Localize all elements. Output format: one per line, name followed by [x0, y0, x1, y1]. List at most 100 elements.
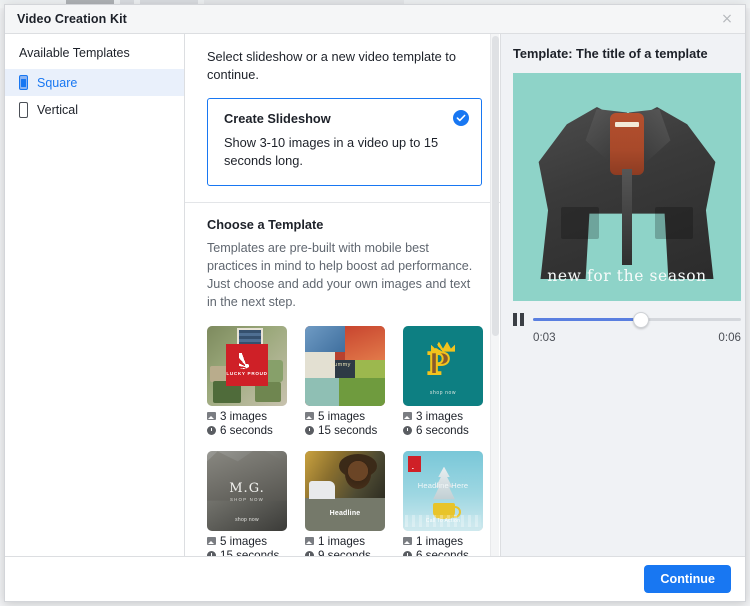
template-duration-label: 6 seconds: [416, 548, 469, 556]
template-art-collage: LUCKY PROUD: [207, 325, 287, 406]
clock-icon: [403, 550, 412, 556]
progress-fill: [533, 318, 642, 321]
template-duration-label: 6 seconds: [220, 423, 273, 437]
template-image-count: 3 images: [403, 410, 483, 423]
template-duration-label: 9 seconds: [318, 548, 371, 556]
close-icon[interactable]: ×: [719, 11, 735, 27]
template-image-count: 5 images: [305, 410, 385, 423]
template-image-count: 1 images: [305, 535, 385, 548]
vertical-phone-icon: [19, 101, 28, 118]
progress-slider[interactable]: [533, 311, 741, 328]
template-art-donut: P shop now: [403, 325, 483, 406]
pause-icon[interactable]: [513, 313, 524, 326]
template-thumbnail[interactable]: yummy: [305, 325, 385, 406]
image-icon: [403, 537, 412, 546]
create-slideshow-title: Create Slideshow: [224, 111, 331, 127]
template-image-count: 3 images: [207, 410, 287, 423]
current-time-label: 0:03: [533, 331, 556, 344]
template-duration: 9 seconds: [305, 549, 385, 556]
template-duration: 15 seconds: [305, 424, 385, 437]
clock-icon: [403, 425, 412, 435]
template-card[interactable]: LUCKY PROUD 3 images 6 seconds: [207, 325, 287, 437]
dialog-titlebar: Video Creation Kit ×: [5, 5, 745, 34]
progress-handle[interactable]: [633, 311, 650, 328]
image-icon: [305, 412, 314, 421]
template-image-count: 5 images: [207, 535, 287, 548]
template-card[interactable]: P shop now 3 images 6 seconds: [403, 325, 483, 437]
template-art-portrait: Headline: [305, 450, 385, 531]
template-image-count-label: 5 images: [318, 409, 366, 423]
choose-template-heading: Choose a Template: [207, 216, 324, 232]
template-art-holiday: Headline Here Call To Action: [403, 450, 483, 531]
video-preview[interactable]: new for the season: [513, 73, 741, 301]
template-duration-label: 15 seconds: [220, 548, 280, 556]
template-duration-label: 6 seconds: [416, 423, 469, 437]
player-row: [513, 311, 741, 328]
template-image-count-label: 1 images: [416, 534, 464, 548]
preview-caption: new for the season: [547, 267, 707, 285]
template-thumbnail[interactable]: Headline Here Call To Action: [403, 450, 483, 531]
template-thumbnail[interactable]: LUCKY PROUD: [207, 325, 287, 406]
template-thumb-caption: yummy: [331, 361, 351, 368]
template-duration: 6 seconds: [403, 549, 483, 556]
sidebar: Available Templates Square Vertical: [5, 34, 185, 556]
template-thumbnail[interactable]: P shop now: [403, 325, 483, 406]
scrollbar-thumb[interactable]: [492, 36, 499, 336]
brand-badge-icon: [408, 455, 421, 472]
clock-icon: [207, 550, 216, 556]
continue-button[interactable]: Continue: [644, 565, 731, 593]
sidebar-item-square[interactable]: Square: [5, 69, 184, 96]
template-panel-scrollbar[interactable]: [490, 34, 499, 556]
clock-icon: [305, 425, 314, 435]
template-card[interactable]: yummy 5 images 15 seconds: [305, 325, 385, 437]
template-thumbnail[interactable]: Headline: [305, 450, 385, 531]
brand-logo-icon: LUCKY PROUD: [226, 343, 268, 386]
image-icon: [207, 537, 216, 546]
template-card[interactable]: Headline 1 images 9 seconds: [305, 450, 385, 556]
choose-template-subtext: Templates are pre-built with mobile best…: [207, 240, 473, 310]
create-slideshow-option[interactable]: Create Slideshow Show 3-10 images in a v…: [207, 98, 482, 186]
create-slideshow-description: Show 3-10 images in a video up to 15 sec…: [224, 135, 439, 169]
template-card[interactable]: M.G. SHOP NOW shop now 5 images 15 secon…: [207, 450, 287, 556]
total-time-label: 0:06: [718, 331, 741, 344]
template-image-count-label: 5 images: [220, 534, 268, 548]
template-image-count-label: 3 images: [416, 409, 464, 423]
dialog-title: Video Creation Kit: [17, 12, 127, 26]
template-image-count: 1 images: [403, 535, 483, 548]
template-thumb-caption: Headline: [329, 509, 361, 517]
clock-icon: [305, 550, 314, 556]
sidebar-item-vertical[interactable]: Vertical: [5, 96, 184, 123]
template-duration: 6 seconds: [207, 424, 287, 437]
template-duration-label: 15 seconds: [318, 423, 378, 437]
choose-template-section: Choose a Template Templates are pre-buil…: [185, 203, 500, 556]
preview-heading: Template: The title of a template: [513, 46, 708, 61]
template-art-food: yummy: [305, 325, 385, 406]
video-player-controls: 0:03 0:06: [513, 311, 741, 344]
preview-panel: Template: The title of a template new fo…: [501, 34, 745, 556]
slideshow-section: Select slideshow or a new video template…: [185, 34, 500, 203]
template-thumb-caption: M.G.: [229, 480, 265, 496]
template-image-count-label: 1 images: [318, 534, 366, 548]
template-grid: LUCKY PROUD 3 images 6 seconds yummy 5 i…: [207, 325, 483, 556]
template-duration: 6 seconds: [403, 424, 483, 437]
template-thumb-cta: Call To Action: [425, 517, 461, 524]
template-image-count-label: 3 images: [220, 409, 268, 423]
dialog-body: Available Templates Square Vertical Sele…: [5, 34, 745, 556]
template-thumb-cta: shop now: [235, 516, 259, 523]
square-phone-icon: [19, 75, 28, 90]
panel-intro-text: Select slideshow or a new video template…: [207, 49, 456, 83]
player-time-row: 0:03 0:06: [533, 331, 741, 344]
template-thumb-caption: LUCKY PROUD: [226, 370, 268, 376]
template-thumb-subcaption: SHOP NOW: [230, 496, 264, 502]
dialog-footer: Continue: [5, 556, 745, 601]
image-icon: [403, 412, 412, 421]
video-creation-kit-dialog: Video Creation Kit × Available Templates…: [4, 4, 746, 602]
sidebar-heading: Available Templates: [19, 46, 130, 60]
clock-icon: [207, 425, 216, 435]
template-chooser-scroll: Select slideshow or a new video template…: [185, 34, 500, 556]
template-chooser-panel: Select slideshow or a new video template…: [185, 34, 501, 556]
template-card[interactable]: Headline Here Call To Action 1 images 6: [403, 450, 483, 556]
template-thumb-caption: shop now: [429, 389, 457, 396]
image-icon: [305, 537, 314, 546]
template-thumbnail[interactable]: M.G. SHOP NOW shop now: [207, 450, 287, 531]
